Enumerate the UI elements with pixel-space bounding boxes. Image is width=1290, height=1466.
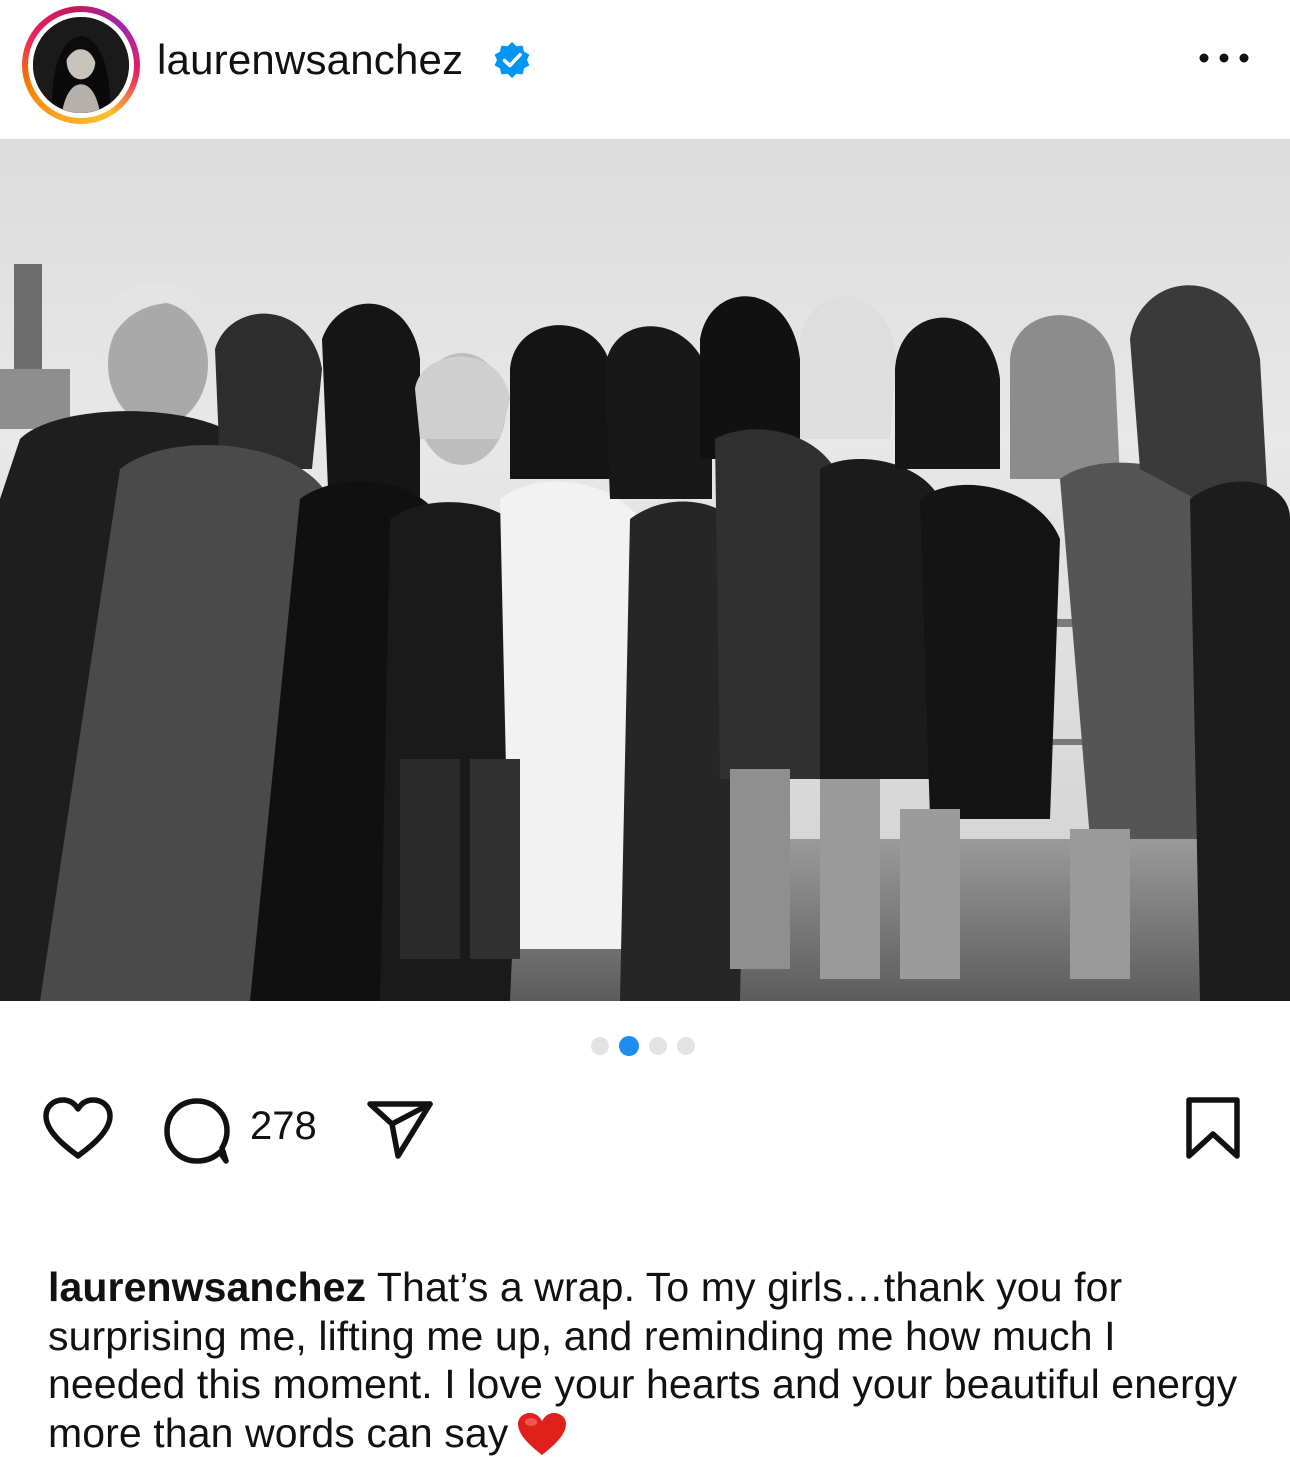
carousel-dot-active: [619, 1036, 639, 1056]
avatar: [33, 17, 129, 113]
comment-bubble-icon[interactable]: [162, 1096, 232, 1166]
post-actions: 278: [0, 1090, 1290, 1170]
share-paper-plane-icon[interactable]: [366, 1098, 434, 1160]
avatar-story-ring[interactable]: [22, 6, 140, 124]
comment-count[interactable]: 278: [250, 1104, 317, 1149]
post-header: laurenwsanchez: [0, 0, 1290, 138]
carousel-dot: [677, 1037, 695, 1055]
post-author-username[interactable]: laurenwsanchez: [157, 36, 463, 84]
post-caption: laurenwsanchez That’s a wrap. To my girl…: [48, 1263, 1248, 1457]
carousel-dot: [591, 1037, 609, 1055]
more-options-icon[interactable]: [1196, 46, 1252, 70]
carousel-indicator: [591, 1036, 695, 1056]
red-heart-emoji-icon: [518, 1412, 567, 1455]
caption-username[interactable]: laurenwsanchez: [48, 1264, 366, 1310]
carousel-dot: [649, 1037, 667, 1055]
bookmark-icon[interactable]: [1184, 1096, 1242, 1160]
like-heart-icon[interactable]: [42, 1096, 114, 1162]
verified-badge-icon: [494, 42, 530, 78]
post-photo[interactable]: [0, 139, 1290, 1001]
